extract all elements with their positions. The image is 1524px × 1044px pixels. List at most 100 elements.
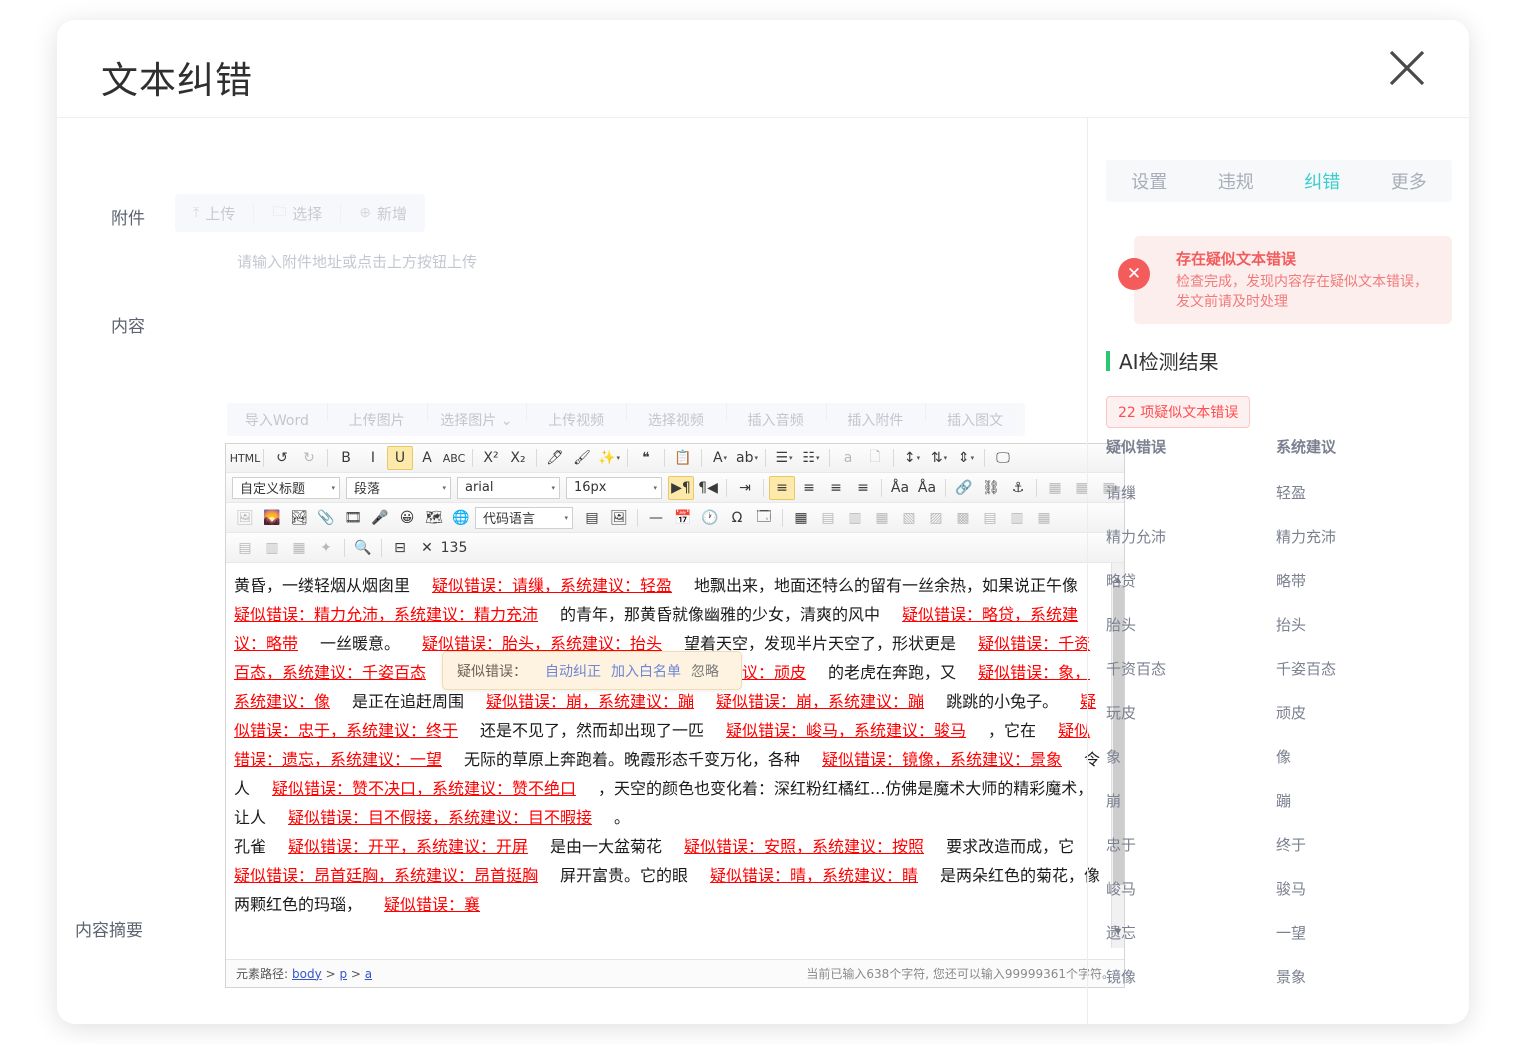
error-list-row[interactable]: 千资百态 千姿百态 [1106,646,1452,690]
error-list-row[interactable]: 略贷 略带 [1106,558,1452,602]
traditional-to-simplified-icon[interactable]: Åa [887,476,913,500]
upload-image-button[interactable]: 上传图片 [326,402,427,430]
cell-prop-icon[interactable]: ▥ [1004,506,1030,530]
align-justify-icon[interactable]: ≡ [850,476,876,500]
subscript-icon[interactable]: X₂ [505,446,531,470]
html-source-icon[interactable]: HTML [230,446,261,470]
page-break-icon[interactable]: 🗋 [862,446,888,470]
italic-icon[interactable]: I [360,446,386,470]
chevron-down-icon[interactable]: ▾ [616,454,620,462]
ignore-action[interactable]: 忽略 [691,661,719,681]
underline-icon[interactable]: U [387,446,413,470]
insert-code-icon[interactable]: ▤ [579,506,605,530]
path-body[interactable]: body [292,967,322,981]
path-p[interactable]: p [339,967,347,981]
map-icon[interactable]: 🗺 [421,506,447,530]
anchor-icon[interactable]: ⚓ [1005,476,1031,500]
delete-row-icon[interactable]: ▤ [815,506,841,530]
suspected-error-span[interactable]: 疑似错误：昂首廷胸，系统建议：昂首挺胸 [234,866,538,885]
error-list-row[interactable]: 精力允沛 精力充沛 [1106,514,1452,558]
emoji-icon[interactable]: 😀 [394,506,420,530]
format-brush-icon[interactable]: 🖌 [569,446,595,470]
code-language-select[interactable]: 代码语言 ▾ [475,506,573,529]
auto-correct-action[interactable]: 自动纠正 [545,661,601,681]
error-list[interactable]: 请缫 轻盈 精力允沛 精力充沛 略贷 略带 胎头 抬头 千资百态 千姿百态 玩皮 顽皮象像崩蹦忠于 终于… [1106,470,1452,1024]
tab-more[interactable]: 更多 [1366,168,1453,194]
highlight-cell-icon[interactable]: ✦ [313,536,339,560]
highlight-color-icon[interactable]: ab ▾ [734,446,760,470]
suspected-error-span[interactable]: 疑似错误：精力允沛，系统建议：精力充沛 [234,605,538,624]
strikethrough-icon[interactable]: ABC [441,446,467,470]
suspected-error-span[interactable]: 疑似错误：镜像，系统建议：景象 [822,750,1062,769]
redo-icon[interactable]: ↻ [296,446,322,470]
upload-attachment-button[interactable]: ⤒ 上传 [175,194,253,232]
row-spacing-icon[interactable]: ⇕ ▾ [953,446,979,470]
error-list-row[interactable]: 胎头 抬头 [1106,602,1452,646]
chevron-down-icon[interactable]: ▾ [724,454,728,462]
paste-text-icon[interactable]: 📋 [670,446,696,470]
image-left-icon[interactable]: ▦ [1042,476,1068,500]
ordered-list-icon[interactable]: ☰ ▾ [771,446,797,470]
video-icon[interactable]: 🎞 [340,506,366,530]
error-list-row[interactable]: 峻马 骏马 [1106,866,1452,910]
suspected-error-span[interactable]: 疑似错误：开平，系统建议：开屏 [288,837,528,856]
insert-audio-button[interactable]: 插入音频 [725,402,826,430]
suspected-error-span[interactable]: 疑似错误：峻马，系统建议：骏马 [726,721,966,740]
chevron-down-icon[interactable]: ▾ [754,454,758,462]
indent-icon[interactable]: ⇥ [732,476,758,500]
direction-ltr-icon[interactable]: ▶¶ [668,475,694,500]
upload-video-button[interactable]: 上传视频 [526,402,626,430]
line-height-icon[interactable]: ↕ ▾ [899,446,925,470]
scrawl-icon[interactable]: ✕ [414,536,440,560]
suspected-error-span[interactable]: 疑似错误：目不假接，系统建议：目不暇接 [288,808,592,827]
direction-rtl-icon[interactable]: ¶◀ [695,476,721,500]
select-attachment-button[interactable]: 🗀 选择 [254,194,340,232]
font-color-icon[interactable]: A ▾ [707,446,733,470]
suspected-error-span[interactable]: 疑似错误：晴，系统建议：睛 [710,866,918,885]
undo-icon[interactable]: ↺ [269,446,295,470]
chevron-down-icon[interactable]: ▾ [917,454,921,462]
attachment-clip-icon[interactable]: 📎 [313,506,339,530]
suspected-error-span[interactable]: 疑似错误：崩，系统建议：蹦 [716,692,924,711]
music-icon[interactable]: 🎤 [367,506,393,530]
chevron-down-icon[interactable]: ▾ [789,454,793,462]
suspected-error-span[interactable]: 疑似错误：安照，系统建议：按照 [684,837,924,856]
table-prop-icon[interactable]: ▤ [977,506,1003,530]
suspected-error-span[interactable]: 疑似错误：请缫，系统建议：轻盈 [432,576,672,595]
error-list-row[interactable]: 请缫 轻盈 [1106,470,1452,514]
select-image-button[interactable]: 选择图片 ⌄ [426,402,527,430]
chevron-down-icon[interactable]: ▾ [442,484,446,492]
image-upload-icon[interactable]: 🖼 [232,506,258,530]
text-box-icon[interactable]: A [414,446,440,470]
chevron-down-icon[interactable]: ▾ [944,454,948,462]
bold-icon[interactable]: B [333,446,359,470]
table-sort-icon[interactable]: ▦ [1031,506,1057,530]
table-merge-icon[interactable]: ▦ [286,536,312,560]
editor-content-area[interactable]: 黄昏，一缕轻烟从烟囱里 疑似错误：请缫，系统建议：轻盈 地飘出来，地面还特么的留有一… [226,563,1124,948]
suspected-error-span[interactable]: 疑似错误：崩，系统建议：蹦 [486,692,694,711]
fullscreen-icon[interactable]: 🖵 [990,446,1016,470]
font-size-select[interactable]: 16px ▾ [566,476,662,499]
error-suggestion-popup[interactable]: 疑似错误： 自动纠正 加入白名单 忽略 [442,651,742,690]
tab-correction[interactable]: 纠错 [1279,168,1366,194]
align-left-icon[interactable]: ≡ [769,475,795,500]
superscript-icon[interactable]: X² [478,446,504,470]
error-list-row[interactable]: 忠于 终于 [1106,822,1452,866]
add-whitelist-action[interactable]: 加入白名单 [611,661,681,681]
anchor-text-icon[interactable]: a [835,446,861,470]
simplified-to-traditional-icon[interactable]: Åa [914,476,940,500]
webapp-icon[interactable]: 🌐 [448,506,474,530]
merge-cell-icon[interactable]: ▨ [923,506,949,530]
unordered-list-icon[interactable]: ☷ ▾ [798,446,824,470]
picture-icon[interactable]: 🌄 [259,506,285,530]
split-cell-icon[interactable]: ▩ [950,506,976,530]
table-split-icon[interactable]: ▥ [259,536,285,560]
heading-style-select[interactable]: 自定义标题 ▾ [232,476,340,499]
wordcount-icon[interactable]: 135 [441,536,468,560]
error-list-row[interactable]: 遗忘 一望 [1106,910,1452,954]
error-list-row[interactable]: 玩皮 顽皮 [1106,690,1452,734]
horizontal-rule-icon[interactable]: — [643,506,669,530]
link-icon[interactable]: 🔗 [951,476,977,500]
table-align-icon[interactable]: ▤ [232,536,258,560]
background-icon[interactable]: 🖼 [606,506,632,530]
